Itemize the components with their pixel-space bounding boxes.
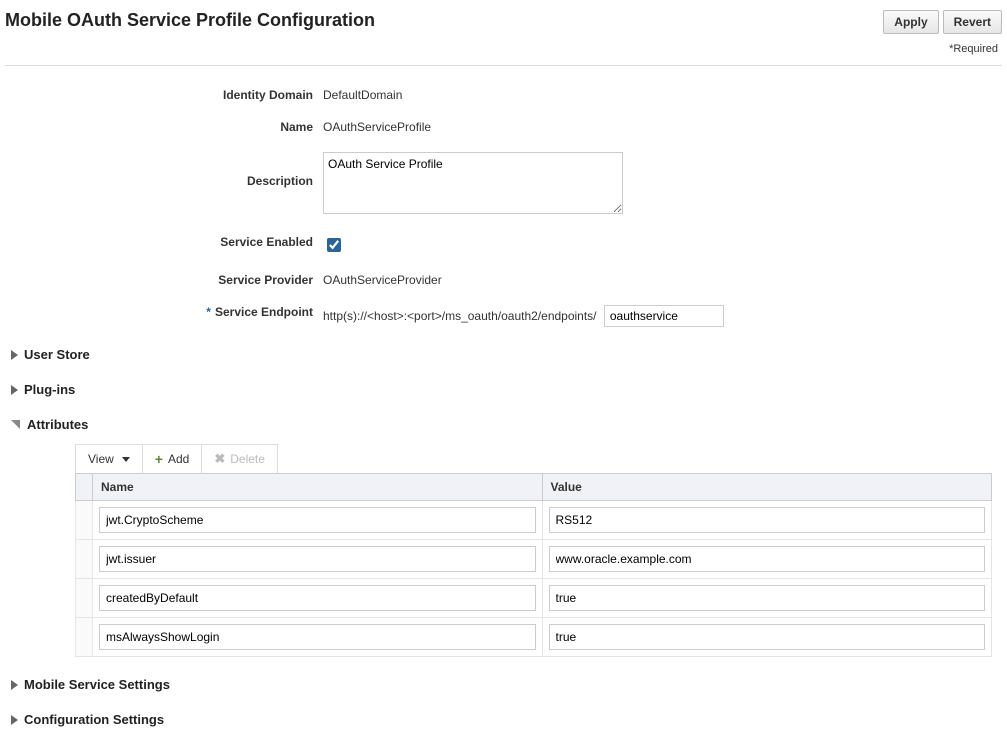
row-selector[interactable] bbox=[76, 540, 93, 579]
chevron-right-icon bbox=[11, 715, 18, 725]
x-icon: ✖ bbox=[214, 451, 225, 467]
row-selector[interactable] bbox=[76, 579, 93, 618]
apply-button[interactable]: Apply bbox=[883, 10, 938, 34]
dropdown-icon bbox=[122, 457, 130, 462]
identity-domain-label: Identity Domain bbox=[5, 84, 313, 102]
attribute-value-input[interactable] bbox=[549, 585, 986, 611]
row-selector-header bbox=[76, 474, 93, 501]
configuration-settings-section-title: Configuration Settings bbox=[24, 712, 164, 727]
delete-button[interactable]: ✖ Delete bbox=[202, 445, 277, 473]
attributes-toolbar: View + Add ✖ Delete bbox=[75, 444, 278, 473]
service-enabled-label: Service Enabled bbox=[5, 231, 313, 249]
chevron-down-icon bbox=[11, 420, 21, 430]
delete-label: Delete bbox=[230, 452, 265, 466]
mobile-service-settings-section-title: Mobile Service Settings bbox=[24, 677, 170, 692]
plugins-section-title: Plug-ins bbox=[24, 382, 75, 397]
description-textarea[interactable] bbox=[323, 152, 623, 214]
service-endpoint-input[interactable] bbox=[604, 305, 724, 327]
attribute-name-input[interactable] bbox=[99, 507, 536, 533]
user-store-section-toggle[interactable]: User Store bbox=[11, 347, 1002, 362]
row-selector[interactable] bbox=[76, 501, 93, 540]
attribute-value-input[interactable] bbox=[549, 507, 986, 533]
add-label: Add bbox=[168, 452, 189, 466]
required-asterisk-icon: * bbox=[206, 305, 211, 319]
plugins-section-toggle[interactable]: Plug-ins bbox=[11, 382, 1002, 397]
attribute-name-input[interactable] bbox=[99, 585, 536, 611]
column-header-name[interactable]: Name bbox=[93, 474, 543, 501]
column-header-value[interactable]: Value bbox=[542, 474, 992, 501]
page-title: Mobile OAuth Service Profile Configurati… bbox=[5, 10, 375, 31]
action-button-bar: Apply Revert bbox=[883, 10, 1002, 34]
user-store-section-title: User Store bbox=[24, 347, 90, 362]
identity-domain-value: DefaultDomain bbox=[323, 84, 1002, 102]
row-selector[interactable] bbox=[76, 618, 93, 657]
service-provider-label: Service Provider bbox=[5, 269, 313, 287]
attribute-value-input[interactable] bbox=[549, 624, 986, 650]
required-indicator: *Required bbox=[5, 43, 998, 55]
mobile-service-settings-section-toggle[interactable]: Mobile Service Settings bbox=[11, 677, 1002, 692]
chevron-right-icon bbox=[11, 385, 18, 395]
revert-button[interactable]: Revert bbox=[943, 10, 1002, 34]
service-endpoint-label: *Service Endpoint bbox=[5, 301, 313, 319]
configuration-settings-section-toggle[interactable]: Configuration Settings bbox=[11, 712, 1002, 727]
plus-icon: + bbox=[155, 454, 163, 464]
header-divider bbox=[5, 65, 1002, 66]
attribute-name-input[interactable] bbox=[99, 624, 536, 650]
description-label: Description bbox=[5, 148, 313, 188]
attribute-name-input[interactable] bbox=[99, 546, 536, 572]
attributes-section-title: Attributes bbox=[27, 417, 88, 432]
attribute-value-input[interactable] bbox=[549, 546, 986, 572]
attributes-table: Name Value bbox=[75, 473, 992, 657]
attributes-section-toggle[interactable]: Attributes bbox=[11, 417, 1002, 432]
table-row[interactable] bbox=[76, 540, 992, 579]
chevron-right-icon bbox=[11, 350, 18, 360]
service-endpoint-prefix: http(s)://<host>:<port>/ms_oauth/oauth2/… bbox=[323, 309, 597, 323]
service-enabled-checkbox[interactable] bbox=[327, 238, 341, 252]
service-endpoint-row: http(s)://<host>:<port>/ms_oauth/oauth2/… bbox=[323, 301, 1002, 327]
name-label: Name bbox=[5, 116, 313, 134]
table-row[interactable] bbox=[76, 579, 992, 618]
add-button[interactable]: + Add bbox=[143, 445, 203, 473]
name-value: OAuthServiceProfile bbox=[323, 116, 1002, 134]
table-row[interactable] bbox=[76, 618, 992, 657]
view-menu-button[interactable]: View bbox=[76, 445, 143, 473]
view-menu-label: View bbox=[88, 452, 114, 466]
service-provider-value: OAuthServiceProvider bbox=[323, 269, 1002, 287]
chevron-right-icon bbox=[11, 680, 18, 690]
table-row[interactable] bbox=[76, 501, 992, 540]
